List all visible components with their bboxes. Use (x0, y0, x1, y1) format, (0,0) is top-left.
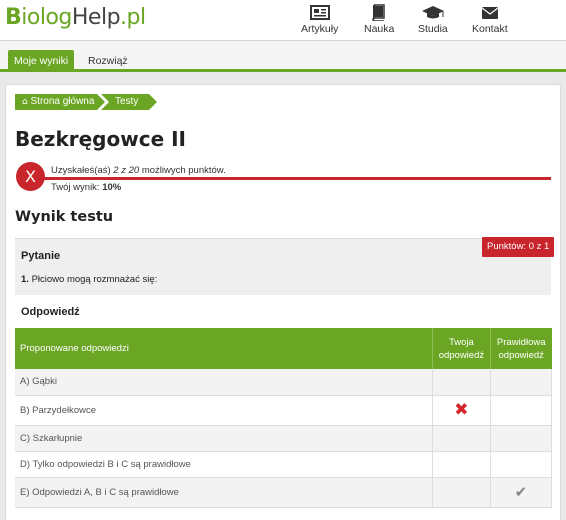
answer-text: A) Gąbki (15, 369, 433, 396)
your-answer-cell (432, 477, 491, 508)
score-bar (44, 177, 551, 180)
answer-text: B) Parzydełkowce (15, 395, 433, 426)
site-logo[interactable]: BiologHelp.pl (5, 5, 146, 30)
nav-contact[interactable]: Kontakt (472, 4, 508, 35)
col-answers: Proponowane odpowiedzi (15, 328, 433, 369)
table-row: D) Tylko odpowiedzi B i C są prawidłowe (15, 451, 553, 478)
correct-answer-cell (490, 425, 553, 452)
correct-answer-cell: ✔ (490, 477, 553, 508)
your-answer-cell (432, 451, 491, 478)
col-correct-line2: odpowiedź (498, 349, 544, 361)
col-correct-line1: Prawidłowa (496, 336, 546, 348)
logo-domain: .pl (120, 5, 146, 30)
wrong-mark-icon: ✖ (454, 400, 469, 420)
score-value: 10% (102, 182, 122, 193)
nav-studies[interactable]: Studia (418, 4, 448, 35)
question-body: Płciowo mogą rozmnażać się: (28, 274, 158, 285)
home-icon: ⌂ (22, 97, 28, 107)
score-suffix: możliwych punktów. (139, 165, 226, 176)
col-your-answer-line1: Twoja (448, 336, 474, 348)
sub-navigation: Moje wyniki Rozwiąż (0, 41, 566, 72)
score-label: Twój wynik: (51, 182, 103, 193)
graduation-cap-icon (421, 6, 444, 19)
question-number: 1. (21, 274, 29, 285)
correct-answer-cell (490, 395, 553, 426)
section-title: Wynik testu (15, 209, 114, 225)
table-row: E) Odpowiedzi A, B i C są prawidłowe ✔ (15, 477, 553, 508)
breadcrumb-tests[interactable]: Testy (101, 94, 157, 110)
book-icon (372, 4, 385, 21)
col-your-answer-line2: odpowiedź (438, 349, 485, 361)
answer-text: E) Odpowiedzi A, B i C są prawidłowe (15, 477, 433, 508)
site-header: BiologHelp.pl Artykuły Nauka Studia Kont… (0, 0, 566, 41)
question-label: Pytanie (21, 250, 61, 262)
points-badge: Punktów: 0 z 1 (482, 237, 555, 257)
score-points: 2 z 20 (113, 165, 140, 176)
answer-label: Odpowiedź (21, 306, 80, 318)
question-box: Pytanie 1. Płciowo mogą rozmnażać się: (15, 238, 551, 295)
your-answer-cell (432, 369, 491, 396)
question-text: 1. Płciowo mogą rozmnażać się: (21, 274, 157, 285)
logo-help: Help (71, 5, 121, 30)
logo-part: iolog (21, 5, 72, 30)
page-title: Bezkręgowce II (15, 127, 186, 151)
fail-icon: X (16, 162, 45, 191)
table-row: A) Gąbki (15, 369, 553, 396)
col-your-answer: Twoja odpowiedź (432, 328, 491, 369)
table-row: C) Szkarłupnie (15, 425, 553, 452)
table-row: B) Parzydełkowce ✖ (15, 395, 553, 426)
correct-answer-cell (490, 369, 553, 396)
nav-label: Kontakt (472, 23, 508, 35)
newspaper-icon (309, 5, 330, 20)
checkmark-icon: ✔ (514, 483, 528, 501)
nav-articles[interactable]: Artykuły (301, 4, 338, 35)
score-result: Twój wynik: 10% (51, 182, 121, 193)
answers-table: Proponowane odpowiedzi Twoja odpowiedź Pr… (15, 328, 553, 508)
breadcrumb-home-label: Strona główna (30, 96, 95, 107)
nav-label: Studia (418, 23, 448, 35)
answer-text: C) Szkarłupnie (15, 425, 433, 452)
nav-label: Artykuły (301, 23, 339, 35)
tab-solve[interactable]: Rozwiąż (82, 50, 134, 72)
table-header-row: Proponowane odpowiedzi Twoja odpowiedź Pr… (15, 328, 552, 369)
score-summary: Uzyskałeś(aś) 2 z 20 możliwych punktów. (51, 165, 226, 176)
answer-text: D) Tylko odpowiedzi B i C są prawidłowe (15, 451, 433, 478)
breadcrumb-home[interactable]: ⌂ Strona główna (15, 94, 105, 110)
tab-my-results[interactable]: Moje wyniki (8, 50, 75, 72)
score-prefix: Uzyskałeś(aś) (51, 165, 114, 176)
your-answer-cell (432, 425, 491, 452)
logo-letter: B (5, 5, 22, 30)
nav-label: Nauka (364, 23, 395, 35)
result-card: ⌂ Strona główna Testy Bezkręgowce II X U… (5, 84, 561, 520)
your-answer-cell: ✖ (432, 395, 491, 426)
nav-learning[interactable]: Nauka (364, 4, 394, 35)
col-correct-answer: Prawidłowa odpowiedź (490, 328, 552, 369)
envelope-icon (481, 7, 499, 19)
correct-answer-cell (490, 451, 553, 478)
